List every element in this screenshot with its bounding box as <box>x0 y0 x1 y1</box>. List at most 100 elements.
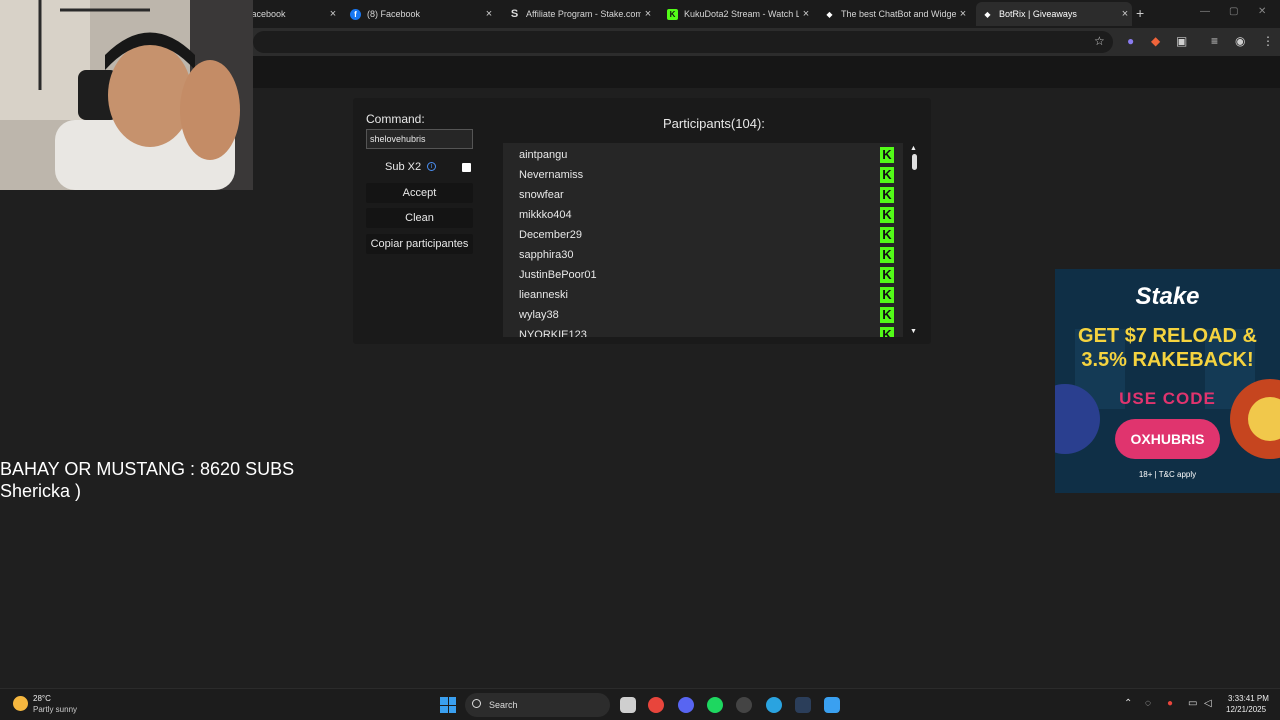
extension-fox-icon[interactable]: ◆ <box>1151 34 1160 48</box>
participant-name: aintpangu <box>519 149 568 161</box>
kick-icon: K <box>880 147 894 163</box>
weather-icon[interactable] <box>13 696 28 711</box>
command-input[interactable] <box>366 129 473 149</box>
sub-x2-checkbox[interactable] <box>462 163 471 172</box>
tab-botrix-giveaways[interactable]: ◆ BotRix | Giveaways × <box>976 2 1132 26</box>
tab-title: BotRix | Giveaways <box>999 9 1077 19</box>
list-item[interactable]: JustinBePoor01 K <box>519 265 899 285</box>
list-item[interactable]: sapphira30 K <box>519 245 899 265</box>
extensions-puzzle-icon[interactable]: ▣ <box>1176 34 1187 48</box>
address-bar[interactable] <box>253 31 1113 53</box>
list-item[interactable]: lieanneski K <box>519 285 899 305</box>
kick-icon: K <box>880 247 894 263</box>
list-item[interactable]: Nevernamiss K <box>519 165 899 185</box>
maximize-icon[interactable]: ▢ <box>1229 6 1238 17</box>
close-tab-icon[interactable]: × <box>482 8 496 20</box>
stake-ad-banner[interactable]: Stake GET $7 RELOAD & 3.5% RAKEBACK! USE… <box>1055 269 1280 493</box>
chrome-icon[interactable] <box>648 697 664 713</box>
ad-legal-text: 18+ | T&C apply <box>1138 470 1197 479</box>
accept-button[interactable]: Accept <box>366 183 473 203</box>
scroll-down-icon[interactable]: ▼ <box>910 328 917 335</box>
scroll-up-icon[interactable]: ▲ <box>910 145 917 152</box>
kick-icon: K <box>667 8 678 20</box>
profile-avatar-icon[interactable]: ◉ <box>1235 34 1245 48</box>
participant-name: Nevernamiss <box>519 169 584 181</box>
microphone-icon[interactable]: ● <box>1167 698 1173 709</box>
volume-icon[interactable]: ◁ <box>1204 698 1212 709</box>
facebook-icon: f <box>350 8 361 20</box>
close-window-icon[interactable]: ✕ <box>1258 6 1266 17</box>
participant-name: December29 <box>519 229 582 241</box>
taskbar-search[interactable]: Search <box>465 693 610 717</box>
clean-button[interactable]: Clean <box>366 208 473 228</box>
file-explorer-icon[interactable] <box>620 697 636 713</box>
tab-kick-stream[interactable]: K KukuDota2 Stream - Watch Live × <box>661 2 813 26</box>
stream-goal-overlay: BAHAY OR MUSTANG : 8620 SUBS Shericka ) <box>0 458 294 502</box>
close-tab-icon[interactable]: × <box>1118 8 1132 20</box>
reading-list-icon[interactable]: ≡ <box>1211 34 1218 48</box>
use-code-label: USE CODE <box>1119 389 1216 408</box>
taskbar: 28°C Partly sunny Search ⌃ ◌ ● ▭ ◁ 3:33:… <box>0 688 1280 720</box>
menu-kebab-icon[interactable]: ⋮ <box>1262 34 1274 48</box>
close-tab-icon[interactable]: × <box>799 8 813 20</box>
close-tab-icon[interactable]: × <box>641 8 655 20</box>
bookmark-star-icon[interactable]: ☆ <box>1094 34 1105 48</box>
info-icon[interactable]: i <box>427 162 436 171</box>
new-tab-button[interactable]: + <box>1136 5 1144 21</box>
list-item[interactable]: aintpangu K <box>519 145 899 165</box>
discord-icon[interactable] <box>678 697 694 713</box>
copy-participants-button[interactable]: Copiar participantes <box>366 234 473 254</box>
scrollbar-thumb[interactable] <box>912 154 917 170</box>
telegram-icon[interactable] <box>766 697 782 713</box>
tab-botrix-widgets[interactable]: ◆ The best ChatBot and Widgets × <box>818 2 970 26</box>
ad-headline-line2: 3.5% RAKEBACK! <box>1081 349 1254 371</box>
clock-time[interactable]: 3:33:41 PM <box>1228 694 1269 703</box>
kick-icon: K <box>880 327 894 337</box>
list-item[interactable]: NYORKIE123 K <box>519 325 899 337</box>
windows-logo-icon <box>440 705 448 713</box>
steam-icon[interactable] <box>795 697 811 713</box>
tab-facebook-notifications[interactable]: f (8) Facebook × <box>344 2 496 26</box>
tab-facebook[interactable]: Facebook × <box>240 2 340 26</box>
close-tab-icon[interactable]: × <box>956 8 970 20</box>
tab-title: KukuDota2 Stream - Watch Live <box>684 9 799 19</box>
participant-name: mikkko404 <box>519 209 572 221</box>
search-icon <box>472 699 481 708</box>
stake-icon: S <box>510 8 519 20</box>
participants-list[interactable]: aintpangu K Nevernamiss K snowfear K mik… <box>503 143 903 337</box>
tab-title: Affiliate Program - Stake.com <box>526 9 641 19</box>
close-tab-icon[interactable]: × <box>326 8 340 20</box>
site-header <box>253 56 1280 88</box>
ad-headline-line1: GET $7 RELOAD & <box>1078 325 1257 347</box>
weather-description: Partly sunny <box>33 705 78 714</box>
promo-code-button[interactable]: OXHUBRIS <box>1115 419 1220 459</box>
participants-header: Participants(104): <box>663 116 765 131</box>
network-icon[interactable]: ▭ <box>1188 698 1197 709</box>
botrix-icon: ◆ <box>826 9 833 19</box>
tray-app-icon[interactable]: ◌ <box>1145 698 1151 709</box>
extension-icon[interactable]: ● <box>1127 34 1134 48</box>
participant-name: snowfear <box>519 189 564 201</box>
clock-date[interactable]: 12/21/2025 <box>1226 705 1266 714</box>
list-item[interactable]: snowfear K <box>519 185 899 205</box>
notepad-icon[interactable] <box>824 697 840 713</box>
command-label: Command: <box>366 112 425 126</box>
stake-logo: Stake <box>1135 283 1200 310</box>
start-button[interactable] <box>440 697 456 713</box>
kick-icon: K <box>880 187 894 203</box>
kick-icon: K <box>880 167 894 183</box>
tab-title: The best ChatBot and Widgets <box>841 9 956 19</box>
weather-temperature: 28°C <box>33 694 51 703</box>
spotify-icon[interactable] <box>707 697 723 713</box>
tab-title: (8) Facebook <box>367 9 421 19</box>
kick-icon: K <box>880 267 894 283</box>
list-item[interactable]: mikkko404 K <box>519 205 899 225</box>
tab-stake-affiliate[interactable]: S Affiliate Program - Stake.com × <box>503 2 655 26</box>
obs-icon[interactable] <box>736 697 752 713</box>
tray-overflow-icon[interactable]: ⌃ <box>1124 698 1132 709</box>
participant-name: sapphira30 <box>519 249 574 261</box>
minimize-icon[interactable]: — <box>1200 6 1210 17</box>
list-item[interactable]: December29 K <box>519 225 899 245</box>
tab-title: Facebook <box>246 9 286 19</box>
list-item[interactable]: wylay38 K <box>519 305 899 325</box>
